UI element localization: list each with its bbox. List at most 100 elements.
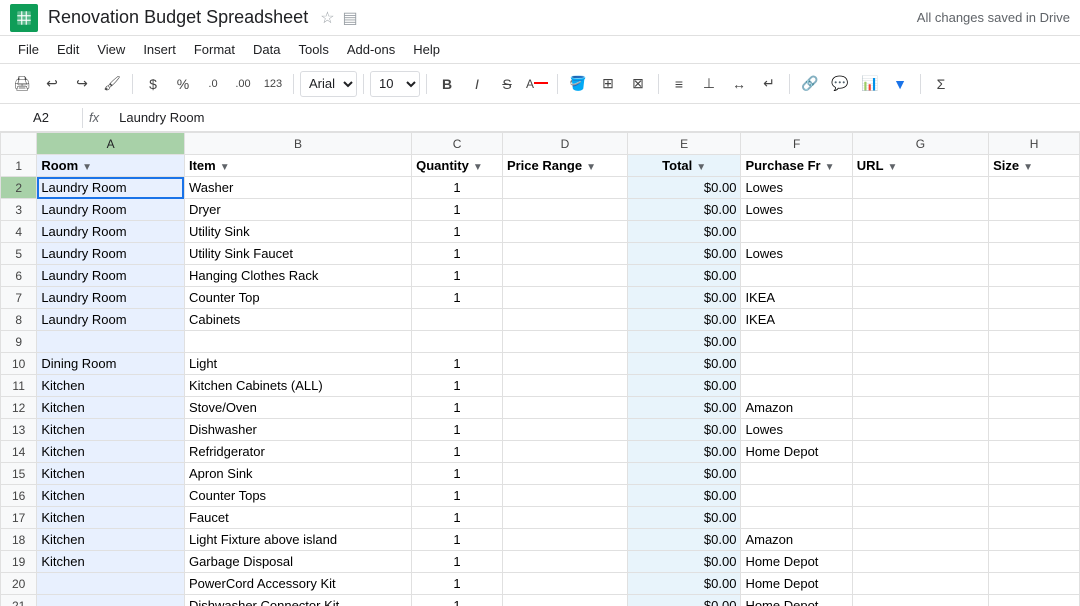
col-header-D[interactable]: D xyxy=(502,133,627,155)
cell-reference-input[interactable] xyxy=(6,110,76,125)
cell-C13[interactable]: 1 xyxy=(412,419,503,441)
table-row[interactable]: 9$0.00 xyxy=(1,331,1080,353)
cell-E14[interactable]: $0.00 xyxy=(627,441,741,463)
cell-F10[interactable] xyxy=(741,353,852,375)
cell-G5[interactable] xyxy=(852,243,988,265)
cell-D2[interactable] xyxy=(502,177,627,199)
strikethrough-button[interactable]: S xyxy=(493,70,521,98)
filter-icon-F[interactable]: ▼ xyxy=(825,162,835,173)
cell-D20[interactable] xyxy=(502,573,627,595)
cell-E21[interactable]: $0.00 xyxy=(627,595,741,606)
row-num-16[interactable]: 16 xyxy=(1,485,37,507)
cell-D16[interactable] xyxy=(502,485,627,507)
cell-C5[interactable]: 1 xyxy=(412,243,503,265)
table-row[interactable]: 17KitchenFaucet1$0.00 xyxy=(1,507,1080,529)
cell-H14[interactable] xyxy=(989,441,1080,463)
table-row[interactable]: 15KitchenApron Sink1$0.00 xyxy=(1,463,1080,485)
align-left-button[interactable]: ≡ xyxy=(665,70,693,98)
cell-C6[interactable]: 1 xyxy=(412,265,503,287)
cell-A20[interactable] xyxy=(37,573,185,595)
table-row[interactable]: 11KitchenKitchen Cabinets (ALL)1$0.00 xyxy=(1,375,1080,397)
cell-H2[interactable] xyxy=(989,177,1080,199)
print-button[interactable]: 🖨 xyxy=(8,70,36,98)
cell-D14[interactable] xyxy=(502,441,627,463)
cell-A17[interactable]: Kitchen xyxy=(37,507,185,529)
cell-H5[interactable] xyxy=(989,243,1080,265)
cell-H16[interactable] xyxy=(989,485,1080,507)
cell-H6[interactable] xyxy=(989,265,1080,287)
undo-button[interactable]: ↩ xyxy=(38,70,66,98)
text-color-button[interactable]: A xyxy=(523,70,551,98)
cell-G2[interactable] xyxy=(852,177,988,199)
merge-button[interactable]: ⊠ xyxy=(624,70,652,98)
filter-icon-E[interactable]: ▼ xyxy=(696,162,706,173)
table-row[interactable]: 10Dining RoomLight1$0.00 xyxy=(1,353,1080,375)
cell-F9[interactable] xyxy=(741,331,852,353)
borders-button[interactable]: ⊞ xyxy=(594,70,622,98)
cell-C8[interactable] xyxy=(412,309,503,331)
filter-button[interactable]: ▼ xyxy=(886,70,914,98)
cell-G20[interactable] xyxy=(852,573,988,595)
paint-format-button[interactable]: 🖌 xyxy=(98,70,126,98)
cell-A13[interactable]: Kitchen xyxy=(37,419,185,441)
row-num-18[interactable]: 18 xyxy=(1,529,37,551)
row-num-6[interactable]: 6 xyxy=(1,265,37,287)
cell-B2[interactable]: Washer xyxy=(184,177,411,199)
table-row[interactable]: 14KitchenRefridgerator1$0.00Home Depot xyxy=(1,441,1080,463)
align-middle-button[interactable]: ⊥ xyxy=(695,70,723,98)
cell-E11[interactable]: $0.00 xyxy=(627,375,741,397)
cell-B16[interactable]: Counter Tops xyxy=(184,485,411,507)
cell-D3[interactable] xyxy=(502,199,627,221)
cell-E5[interactable]: $0.00 xyxy=(627,243,741,265)
cell-H9[interactable] xyxy=(989,331,1080,353)
cell-F16[interactable] xyxy=(741,485,852,507)
cell-E10[interactable]: $0.00 xyxy=(627,353,741,375)
row-num-19[interactable]: 19 xyxy=(1,551,37,573)
cell-E13[interactable]: $0.00 xyxy=(627,419,741,441)
row-num-14[interactable]: 14 xyxy=(1,441,37,463)
cell-E3[interactable]: $0.00 xyxy=(627,199,741,221)
cell-F18[interactable]: Amazon xyxy=(741,529,852,551)
cell-C11[interactable]: 1 xyxy=(412,375,503,397)
cell-F12[interactable]: Amazon xyxy=(741,397,852,419)
cell-C17[interactable]: 1 xyxy=(412,507,503,529)
redo-button[interactable]: ↪ xyxy=(68,70,96,98)
cell-E16[interactable]: $0.00 xyxy=(627,485,741,507)
cell-A18[interactable]: Kitchen xyxy=(37,529,185,551)
menu-addons[interactable]: Add-ons xyxy=(339,40,403,59)
cell-H4[interactable] xyxy=(989,221,1080,243)
cell-B20[interactable]: PowerCord Accessory Kit xyxy=(184,573,411,595)
function-button[interactable]: Σ xyxy=(927,70,955,98)
italic-button[interactable]: I xyxy=(463,70,491,98)
cell-H18[interactable] xyxy=(989,529,1080,551)
cell-G18[interactable] xyxy=(852,529,988,551)
cell-H10[interactable] xyxy=(989,353,1080,375)
cell-C16[interactable]: 1 xyxy=(412,485,503,507)
cell-F19[interactable]: Home Depot xyxy=(741,551,852,573)
bold-button[interactable]: B xyxy=(433,70,461,98)
cell-E8[interactable]: $0.00 xyxy=(627,309,741,331)
row-num-8[interactable]: 8 xyxy=(1,309,37,331)
col-header-C[interactable]: C xyxy=(412,133,503,155)
cell-G10[interactable] xyxy=(852,353,988,375)
col-header-B[interactable]: B xyxy=(184,133,411,155)
row-num-3[interactable]: 3 xyxy=(1,199,37,221)
table-row[interactable]: 8Laundry RoomCabinets$0.00IKEA xyxy=(1,309,1080,331)
spreadsheet[interactable]: A B C D E F G H 1Room▼Item▼Quantity▼Pric… xyxy=(0,132,1080,606)
row-num-10[interactable]: 10 xyxy=(1,353,37,375)
cell-E15[interactable]: $0.00 xyxy=(627,463,741,485)
cell-E4[interactable]: $0.00 xyxy=(627,221,741,243)
cell-H19[interactable] xyxy=(989,551,1080,573)
cell-H1[interactable]: Size▼ xyxy=(989,155,1080,177)
cell-B6[interactable]: Hanging Clothes Rack xyxy=(184,265,411,287)
chart-button[interactable]: 📊 xyxy=(856,70,884,98)
cell-A21[interactable] xyxy=(37,595,185,606)
menu-help[interactable]: Help xyxy=(405,40,448,59)
cell-D21[interactable] xyxy=(502,595,627,606)
row-num-13[interactable]: 13 xyxy=(1,419,37,441)
menu-view[interactable]: View xyxy=(89,40,133,59)
cell-E17[interactable]: $0.00 xyxy=(627,507,741,529)
decimal-increase-button[interactable]: .00 xyxy=(229,70,257,98)
cell-B12[interactable]: Stove/Oven xyxy=(184,397,411,419)
align-center-button[interactable]: ↔ xyxy=(725,70,753,98)
